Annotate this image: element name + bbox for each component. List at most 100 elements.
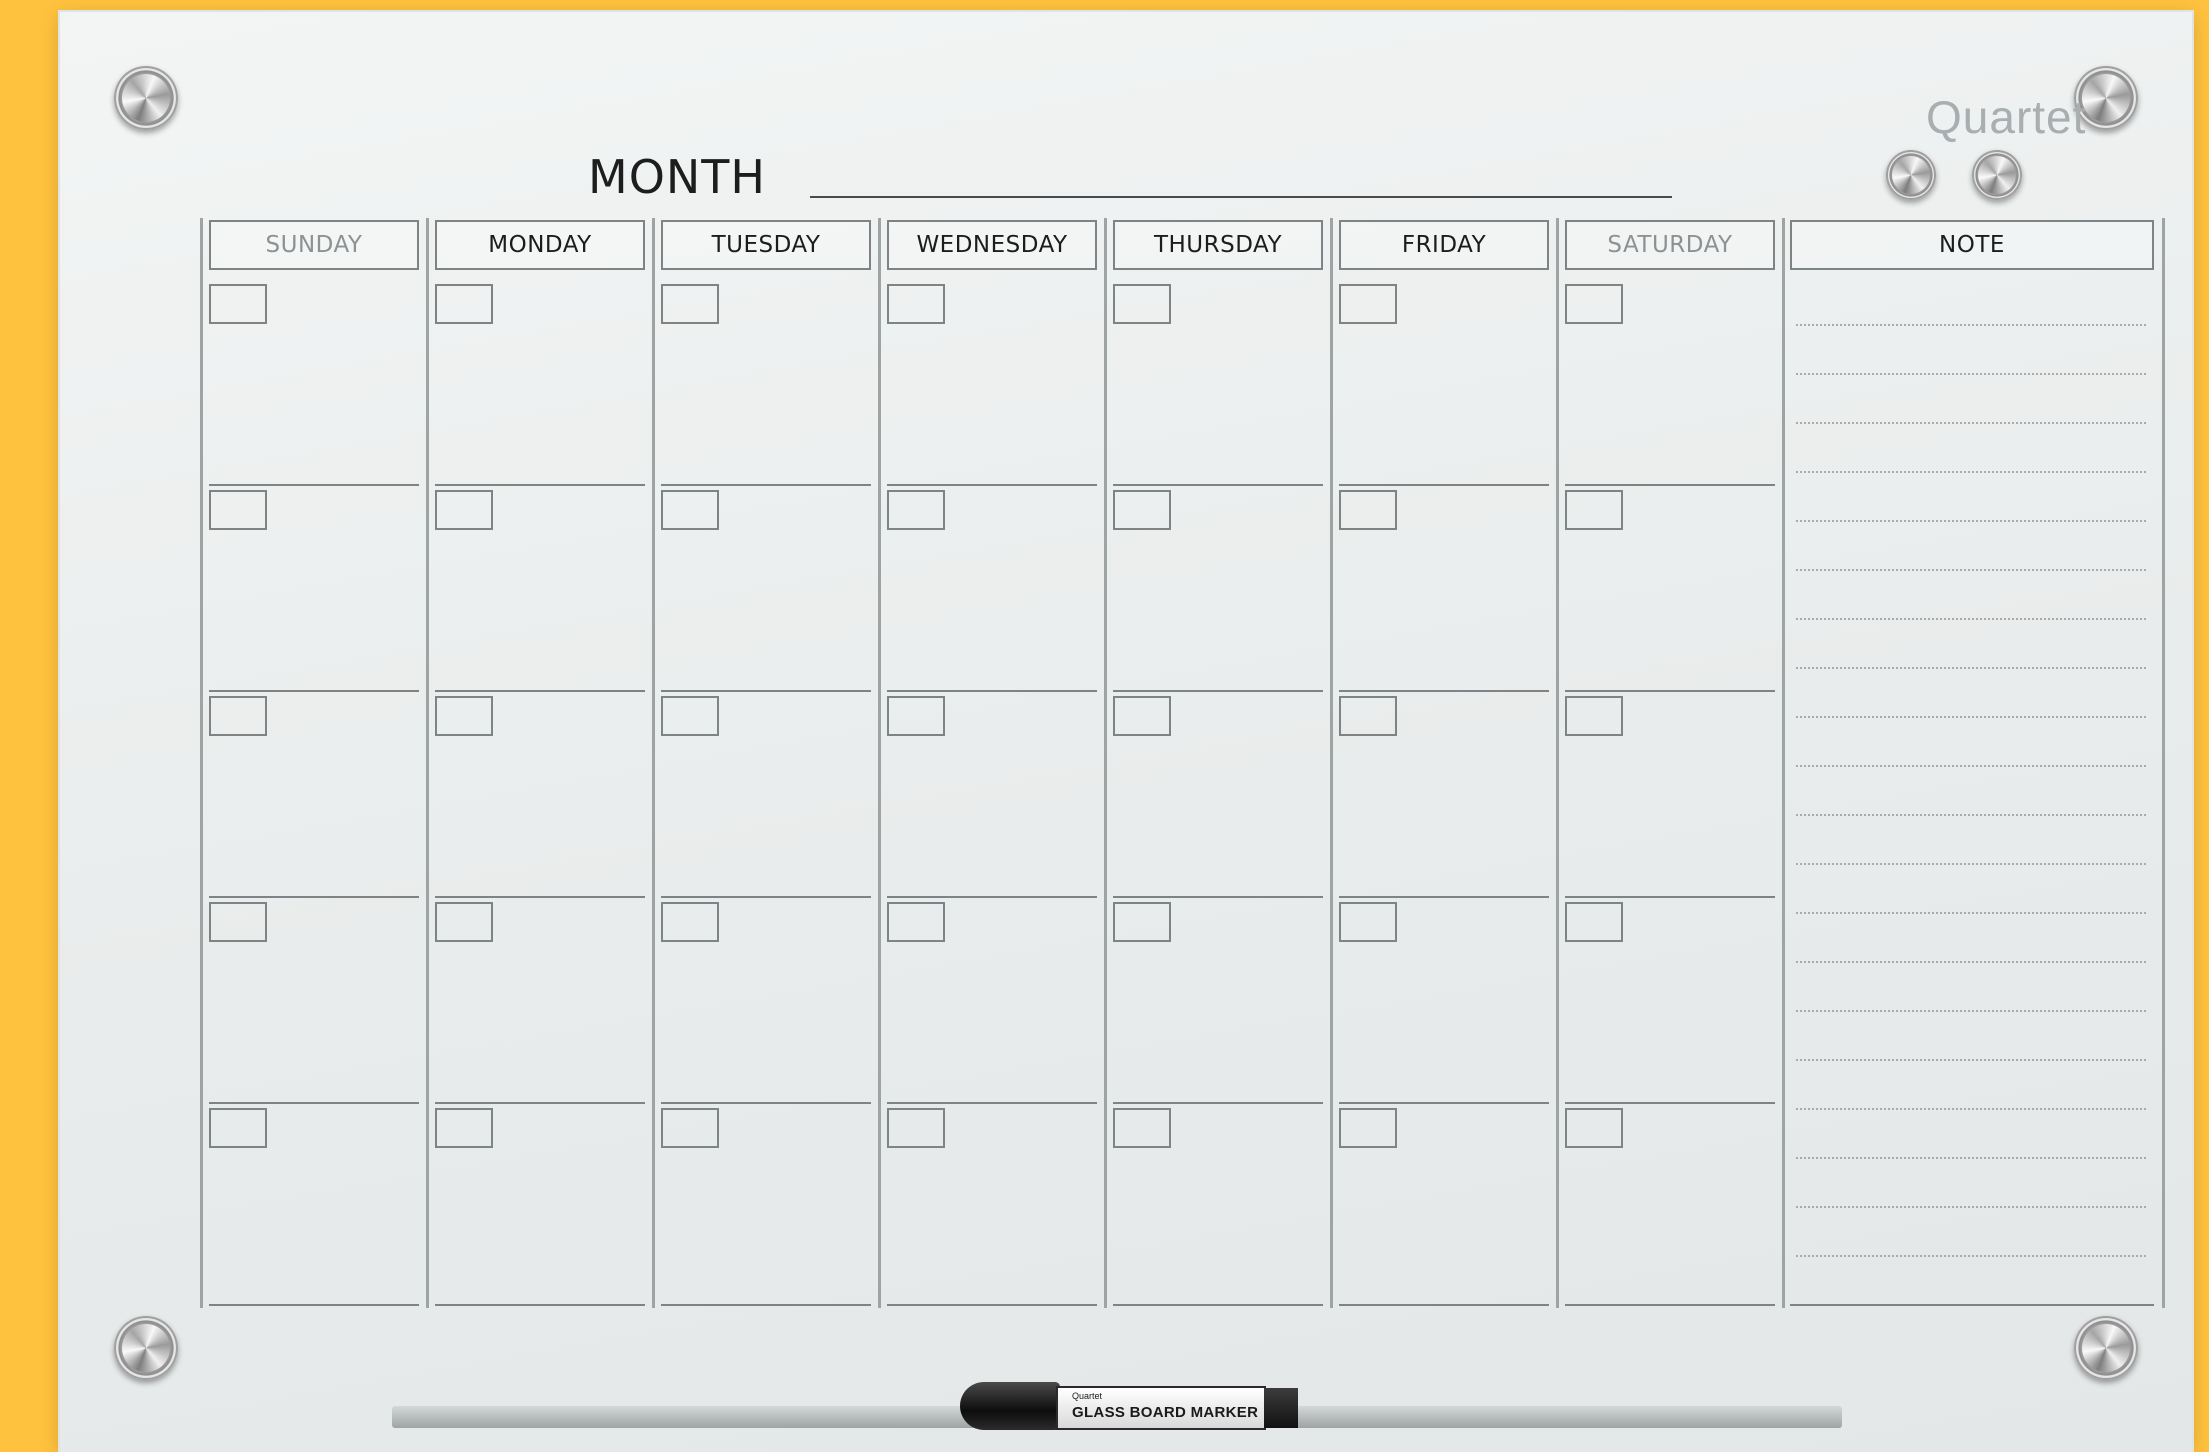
column-separator — [878, 218, 881, 1308]
date-number-box[interactable] — [661, 284, 719, 324]
date-number-box[interactable] — [1565, 696, 1623, 736]
date-number-box[interactable] — [1113, 1108, 1171, 1148]
note-writing-line[interactable] — [1796, 1108, 2146, 1110]
note-writing-line[interactable] — [1796, 863, 2146, 865]
note-writing-line[interactable] — [1796, 373, 2146, 375]
date-number-box[interactable] — [887, 490, 945, 530]
top-left-mount-icon — [114, 66, 178, 130]
marker-end — [1264, 1388, 1298, 1428]
date-number-box[interactable] — [1565, 284, 1623, 324]
note-writing-line[interactable] — [1796, 520, 2146, 522]
day-cell-top-line — [887, 1102, 1097, 1104]
date-number-box[interactable] — [887, 284, 945, 324]
date-number-box[interactable] — [1113, 902, 1171, 942]
day-cell-top-line — [1113, 896, 1323, 898]
date-number-box[interactable] — [1339, 284, 1397, 324]
grid-bottom-line — [209, 1304, 419, 1306]
day-cell-top-line — [887, 484, 1097, 486]
header-wednesday: WEDNESDAY — [887, 220, 1097, 270]
note-writing-line[interactable] — [1796, 1255, 2146, 1257]
brand-logo: Quartet — [1926, 91, 2087, 143]
date-number-box[interactable] — [435, 1108, 493, 1148]
date-number-box[interactable] — [1565, 490, 1623, 530]
day-cell-top-line — [435, 1102, 645, 1104]
column-separator — [1556, 218, 1559, 1308]
date-number-box[interactable] — [1339, 696, 1397, 736]
date-number-box[interactable] — [1339, 1108, 1397, 1148]
date-number-box[interactable] — [661, 1108, 719, 1148]
header-saturday: SATURDAY — [1565, 220, 1775, 270]
date-number-box[interactable] — [209, 490, 267, 530]
date-number-box[interactable] — [435, 696, 493, 736]
bottom-right-mount-icon — [2074, 1316, 2138, 1380]
marker-holder-right-icon — [1972, 150, 2022, 200]
date-number-box[interactable] — [1339, 902, 1397, 942]
marker-holder-left-icon — [1886, 150, 1936, 200]
marker-label: GLASS BOARD MARKER — [1072, 1404, 1259, 1421]
note-writing-line[interactable] — [1796, 765, 2146, 767]
header-thursday: THURSDAY — [1113, 220, 1323, 270]
header-friday: FRIDAY — [1339, 220, 1549, 270]
month-label: MONTH — [588, 150, 766, 204]
date-number-box[interactable] — [435, 902, 493, 942]
note-writing-line[interactable] — [1796, 569, 2146, 571]
date-number-box[interactable] — [887, 1108, 945, 1148]
note-writing-line[interactable] — [1796, 961, 2146, 963]
day-cell-top-line — [661, 484, 871, 486]
note-writing-line[interactable] — [1796, 912, 2146, 914]
date-number-box[interactable] — [661, 490, 719, 530]
day-cell-top-line — [435, 690, 645, 692]
date-number-box[interactable] — [887, 902, 945, 942]
date-number-box[interactable] — [1113, 696, 1171, 736]
grid-bottom-line — [435, 1304, 645, 1306]
date-number-box[interactable] — [1565, 1108, 1623, 1148]
day-cell-top-line — [1339, 896, 1549, 898]
date-number-box[interactable] — [661, 696, 719, 736]
grid-bottom-line — [1790, 1304, 2154, 1306]
note-writing-line[interactable] — [1796, 814, 2146, 816]
grid-bottom-line — [1565, 1304, 1775, 1306]
day-cell-top-line — [209, 690, 419, 692]
date-number-box[interactable] — [1113, 490, 1171, 530]
column-separator — [1330, 218, 1333, 1308]
glass-board-marker[interactable]: Quartet GLASS BOARD MARKER — [960, 1382, 1300, 1430]
date-number-box[interactable] — [435, 284, 493, 324]
note-writing-line[interactable] — [1796, 1059, 2146, 1061]
day-cell-top-line — [1565, 896, 1775, 898]
date-number-box[interactable] — [887, 696, 945, 736]
date-number-box[interactable] — [435, 490, 493, 530]
date-number-box[interactable] — [209, 902, 267, 942]
marker-body: Quartet GLASS BOARD MARKER — [1056, 1386, 1266, 1430]
note-writing-line[interactable] — [1796, 1206, 2146, 1208]
note-writing-line[interactable] — [1796, 1157, 2146, 1159]
note-writing-line[interactable] — [1796, 422, 2146, 424]
header-monday: MONDAY — [435, 220, 645, 270]
note-writing-line[interactable] — [1796, 618, 2146, 620]
date-number-box[interactable] — [1565, 902, 1623, 942]
column-separator — [200, 218, 203, 1308]
note-writing-line[interactable] — [1796, 716, 2146, 718]
column-separator — [652, 218, 655, 1308]
column-separator — [1104, 218, 1107, 1308]
date-number-box[interactable] — [661, 902, 719, 942]
date-number-box[interactable] — [209, 696, 267, 736]
day-cell-top-line — [887, 896, 1097, 898]
date-number-box[interactable] — [1113, 284, 1171, 324]
note-writing-line[interactable] — [1796, 1010, 2146, 1012]
date-number-box[interactable] — [209, 284, 267, 324]
day-cell-top-line — [887, 690, 1097, 692]
date-number-box[interactable] — [209, 1108, 267, 1148]
header-note: NOTE — [1790, 220, 2154, 270]
day-cell-top-line — [1339, 1102, 1549, 1104]
grid-bottom-line — [887, 1304, 1097, 1306]
note-writing-line[interactable] — [1796, 471, 2146, 473]
note-writing-line[interactable] — [1796, 324, 2146, 326]
note-writing-line[interactable] — [1796, 667, 2146, 669]
day-cell-top-line — [1113, 1102, 1323, 1104]
month-write-line[interactable] — [810, 196, 1672, 198]
column-separator — [2162, 218, 2165, 1308]
day-cell-top-line — [1339, 484, 1549, 486]
date-number-box[interactable] — [1339, 490, 1397, 530]
calendar-grid: SUNDAY MONDAY TUESDAY WEDNESDAY THURSDAY FRID… — [200, 218, 2168, 1308]
column-separator — [1782, 218, 1785, 1308]
